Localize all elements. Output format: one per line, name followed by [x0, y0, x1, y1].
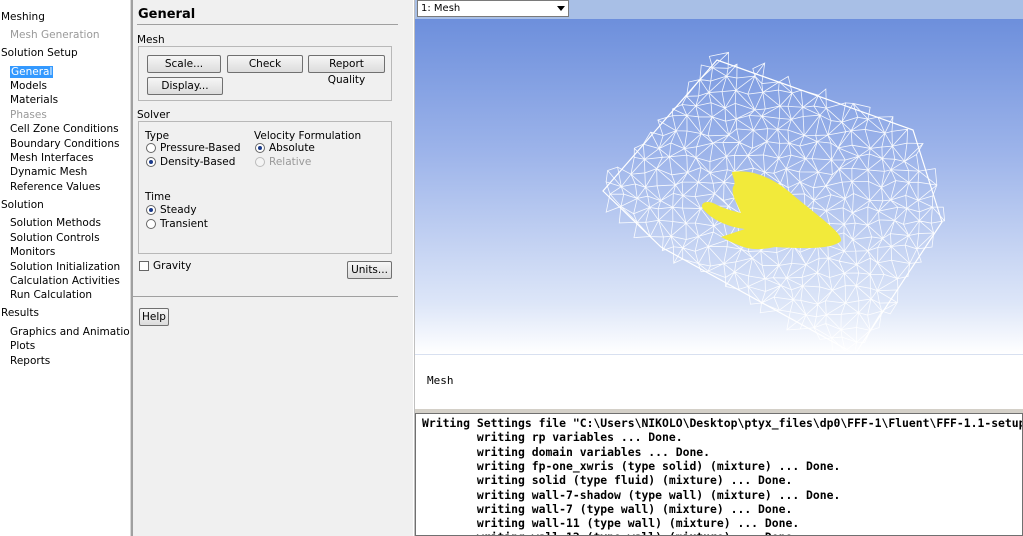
tree-item-label: Run Calculation [10, 289, 93, 301]
help-separator [133, 296, 398, 297]
graphics-caption: Mesh [427, 374, 454, 387]
density-based-label[interactable]: Density-Based [160, 156, 235, 168]
console-line: Writing Settings file "C:\Users\NIKOLO\D… [422, 416, 1023, 430]
tree-item-label: Results [1, 307, 39, 319]
tree-item[interactable]: Materials [10, 94, 58, 107]
relative-radio [255, 157, 265, 167]
tree-item-label: Boundary Conditions [10, 138, 120, 150]
graphics-window-select[interactable]: 1: Mesh [417, 0, 569, 17]
console-line: writing solid (type fluid) (mixture) ...… [422, 473, 793, 488]
tree-item[interactable]: Run Calculation [10, 289, 92, 302]
tree-item-label: Calculation Activities [10, 275, 120, 287]
units-button[interactable]: Units... [347, 261, 392, 279]
relative-label: Relative [269, 156, 312, 168]
console-line: writing wall-7-shadow (type wall) (mixtu… [422, 487, 841, 502]
navigation-tree: Meshing Mesh Generation Solution Setup Gene… [0, 0, 142, 536]
type-label: Type [145, 130, 170, 142]
tree-item[interactable]: Plots [10, 340, 35, 353]
graphics-viewport[interactable] [415, 19, 1023, 354]
tree-item-label: Monitors [10, 246, 56, 258]
tree-item-label: Cell Zone Conditions [10, 123, 119, 135]
tree-item[interactable]: Reports [10, 355, 50, 368]
mesh-wireframe [602, 51, 946, 354]
tree-item-label: Solution [1, 199, 44, 211]
transient-label[interactable]: Transient [160, 218, 208, 230]
tree-item-label: Plots [10, 340, 36, 352]
console-line: writing fp-one_xwris (type solid) (mixtu… [422, 458, 841, 473]
graphics-window-select-value: 1: Mesh [421, 3, 461, 14]
gravity-label[interactable]: Gravity [153, 260, 191, 272]
tree-category[interactable]: Solution [1, 199, 44, 212]
graphics-caption-area: Mesh [415, 354, 1023, 411]
tree-item-label: Reference Values [10, 181, 101, 193]
tree-item[interactable]: Boundary Conditions [10, 138, 119, 151]
solver-group-label: Solver [137, 109, 170, 121]
tree-item[interactable]: General [10, 66, 54, 79]
velocity-formulation-label: Velocity Formulation [254, 130, 362, 142]
steady-radio[interactable] [146, 205, 156, 215]
tree-item-label: Phases [10, 109, 47, 121]
transient-radio[interactable] [146, 219, 156, 229]
console-line: writing wall-11 (type wall) (mixture) ..… [422, 516, 800, 531]
help-button[interactable]: Help [139, 308, 169, 326]
check-button[interactable]: Check [227, 55, 303, 73]
tree-category[interactable]: Results [1, 307, 39, 320]
pressure-based-radio[interactable] [146, 143, 156, 153]
time-label: Time [145, 191, 171, 203]
absolute-radio[interactable] [255, 143, 265, 153]
absolute-label[interactable]: Absolute [269, 142, 315, 154]
console-line: writing wall-12 (type wall) (mixture) ..… [422, 530, 799, 535]
scale-button[interactable]: Scale... [147, 55, 221, 73]
tree-category[interactable]: Solution Setup [1, 47, 78, 60]
tree-item-label: Solution Methods [10, 217, 101, 229]
tree-item[interactable]: Cell Zone Conditions [10, 123, 119, 136]
tree-item-label: Materials [10, 94, 59, 106]
pressure-based-label[interactable]: Pressure-Based [160, 142, 240, 154]
tree-item[interactable]: Graphics and Animations [10, 326, 142, 339]
density-based-radio[interactable] [146, 157, 156, 167]
mesh-display [602, 51, 946, 354]
title-underline [137, 24, 398, 25]
tree-item-label: Models [10, 80, 47, 92]
tree-item: Phases [10, 109, 47, 122]
steady-label[interactable]: Steady [160, 204, 197, 216]
gravity-checkbox[interactable] [139, 261, 149, 271]
general-task-panel: General Mesh Scale... Check Report Quali… [133, 0, 414, 536]
tree-item-label: General [10, 66, 54, 78]
mesh-group-label: Mesh [137, 34, 165, 46]
tree-item[interactable]: Solution Methods [10, 217, 101, 230]
tree-item-label: Dynamic Mesh [10, 166, 88, 178]
chevron-down-icon[interactable] [557, 6, 565, 11]
tree-item-label: Meshing [1, 11, 45, 23]
console-output[interactable]: Writing Settings file "C:\Users\NIKOLO\D… [415, 413, 1023, 536]
panel-title: General [138, 7, 196, 22]
tree-item[interactable]: Solution Initialization [10, 261, 120, 274]
tree-item[interactable]: Dynamic Mesh [10, 166, 87, 179]
display-button[interactable]: Display... [147, 77, 223, 95]
report-quality-button[interactable]: Report Quality [308, 55, 385, 86]
tree-item[interactable]: Solution Controls [10, 232, 100, 245]
tree-item-label: Solution Controls [10, 232, 100, 244]
tree-item: Mesh Generation [10, 29, 100, 42]
tree-item-label: Solution Initialization [10, 261, 121, 273]
tree-item[interactable]: Reference Values [10, 181, 101, 194]
console-line: writing rp variables ... Done. [422, 430, 683, 445]
tree-item[interactable]: Models [10, 80, 47, 93]
console-line: writing wall-7 (type wall) (mixture) ...… [422, 501, 793, 516]
tree-item[interactable]: Monitors [10, 246, 55, 259]
console-line: writing domain variables ... Done. [422, 444, 711, 459]
tree-item-label: Solution Setup [1, 47, 78, 59]
tree-item-label: Graphics and Animations [10, 326, 142, 338]
tree-item[interactable]: Calculation Activities [10, 275, 120, 288]
tree-item[interactable]: Mesh Interfaces [10, 152, 93, 165]
tree-item-label: Reports [10, 355, 51, 367]
tree-item-label: Mesh Interfaces [10, 152, 94, 164]
tree-category[interactable]: Meshing [1, 11, 45, 24]
tree-item-label: Mesh Generation [10, 29, 100, 41]
